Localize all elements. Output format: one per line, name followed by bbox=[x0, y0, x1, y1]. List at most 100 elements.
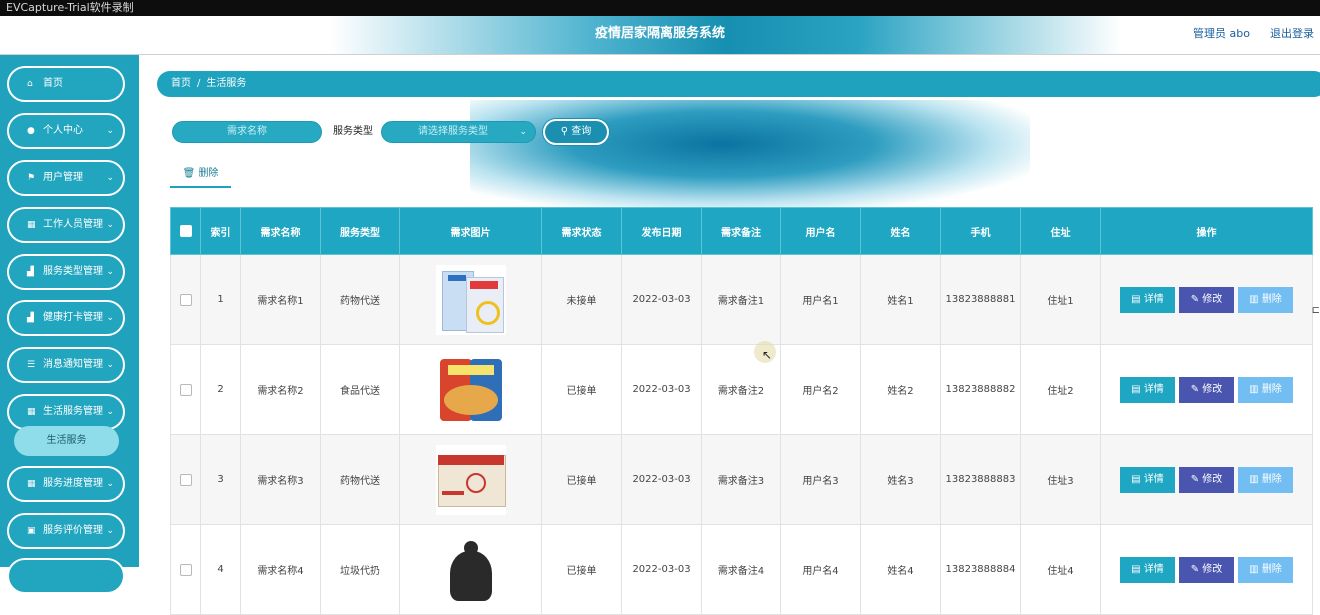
col-name: 需求名称 bbox=[240, 207, 321, 255]
cell-username: 用户名2 bbox=[780, 344, 861, 435]
breadcrumb-home[interactable]: 首页 bbox=[171, 78, 191, 89]
cell-type: 药物代送 bbox=[320, 254, 400, 345]
lock-icon: ▣ bbox=[27, 526, 36, 536]
col-status: 需求状态 bbox=[541, 207, 622, 255]
row-checkbox[interactable] bbox=[179, 473, 192, 486]
grid-icon: ▦ bbox=[27, 220, 36, 230]
delete-button[interactable]: ▥ 删除 bbox=[1238, 376, 1293, 403]
sidebar-item-life-service[interactable]: ▦ 生活服务管理 ⌄ bbox=[7, 394, 125, 430]
cell-index: 4 bbox=[200, 524, 241, 615]
detail-icon: ▤ bbox=[1131, 563, 1144, 575]
delete-button[interactable]: ▥ 删除 bbox=[1238, 556, 1293, 583]
snack-bag-image bbox=[435, 354, 506, 425]
pencil-icon: ✎ bbox=[1190, 473, 1203, 485]
detail-icon: ▤ bbox=[1131, 293, 1144, 305]
grid-icon: ▦ bbox=[27, 407, 36, 417]
col-actions: 操作 bbox=[1100, 207, 1313, 255]
trash-icon: ▥ bbox=[1249, 563, 1262, 575]
cell-status: 已接单 bbox=[541, 524, 622, 615]
col-type: 服务类型 bbox=[320, 207, 400, 255]
edge-glyph: ⊏ bbox=[1311, 305, 1320, 316]
pencil-icon: ✎ bbox=[1190, 293, 1203, 305]
service-type-select[interactable]: 请选择服务类型 ⌄ bbox=[381, 121, 536, 143]
cell-name: 需求名称1 bbox=[240, 254, 321, 345]
logout-link[interactable]: 退出登录 bbox=[1270, 16, 1314, 52]
cell-address: 住址4 bbox=[1020, 524, 1101, 615]
sidebar-item-profile[interactable]: ● 个人中心 ⌄ bbox=[7, 113, 125, 149]
sidebar-item-evaluation[interactable]: ▣ 服务评价管理 ⌄ bbox=[7, 513, 125, 549]
edit-button[interactable]: ✎ 修改 bbox=[1179, 466, 1234, 493]
col-phone: 手机 bbox=[940, 207, 1021, 255]
cell-type: 药物代送 bbox=[320, 434, 400, 525]
detail-button[interactable]: ▤ 详情 bbox=[1120, 376, 1175, 403]
sidebar-subitem-life-service[interactable]: 生活服务 bbox=[14, 426, 119, 456]
cell-actions: ▤ 详情 ✎ 修改 ▥ 删除 bbox=[1100, 344, 1313, 435]
detail-button[interactable]: ▤ 详情 bbox=[1120, 556, 1175, 583]
cell-phone: 13823888883 bbox=[940, 434, 1021, 525]
sidebar-item-staff[interactable]: ▦ 工作人员管理 ⌄ bbox=[7, 207, 125, 243]
sidebar-item-more[interactable] bbox=[7, 558, 125, 594]
cell-name: 需求名称2 bbox=[240, 344, 321, 435]
select-all-checkbox[interactable] bbox=[179, 225, 192, 237]
col-username: 用户名 bbox=[780, 207, 861, 255]
delete-button[interactable]: ▥ 删除 bbox=[1238, 286, 1293, 313]
chevron-down-icon: ⌄ bbox=[106, 360, 114, 370]
sidebar-item-health-checkin[interactable]: ▟ 健康打卡管理 ⌄ bbox=[7, 300, 125, 336]
detail-icon: ▤ bbox=[1131, 383, 1144, 395]
batch-delete-button[interactable]: 🗑 删除 bbox=[170, 163, 231, 188]
query-button[interactable]: ⚲ 查询 bbox=[543, 119, 609, 145]
app-header: 疫情居家隔离服务系统 管理员 abo 退出登录 bbox=[0, 16, 1320, 55]
cell-note: 需求备注1 bbox=[701, 254, 781, 345]
mouse-cursor-icon: ↖ bbox=[762, 348, 773, 362]
cell-date: 2022-03-03 bbox=[621, 344, 702, 435]
col-image: 需求图片 bbox=[399, 207, 542, 255]
edit-button[interactable]: ✎ 修改 bbox=[1179, 556, 1234, 583]
trash-icon: ▥ bbox=[1249, 383, 1262, 395]
detail-button[interactable]: ▤ 详情 bbox=[1120, 466, 1175, 493]
delete-button[interactable]: ▥ 删除 bbox=[1238, 466, 1293, 493]
col-address: 住址 bbox=[1020, 207, 1101, 255]
cell-actions: ▤ 详情 ✎ 修改 ▥ 删除 bbox=[1100, 434, 1313, 525]
row-checkbox[interactable] bbox=[179, 563, 192, 576]
pencil-icon: ✎ bbox=[1190, 563, 1203, 575]
user-icon: ● bbox=[27, 126, 35, 136]
cell-username: 用户名1 bbox=[780, 254, 861, 345]
pencil-icon: ✎ bbox=[1190, 383, 1203, 395]
cell-note: 需求备注4 bbox=[701, 524, 781, 615]
cell-note: 需求备注3 bbox=[701, 434, 781, 525]
table-row: 3 需求名称3 药物代送 已接单 2022-03-03 需求备注3 用户名3 姓… bbox=[170, 434, 1313, 525]
detail-button[interactable]: ▤ 详情 bbox=[1120, 286, 1175, 313]
cell-phone: 13823888881 bbox=[940, 254, 1021, 345]
row-checkbox[interactable] bbox=[179, 293, 192, 306]
sidebar-item-home[interactable]: ⌂ 首页 bbox=[7, 66, 125, 102]
search-name-input[interactable]: 需求名称 bbox=[172, 121, 322, 143]
select-all-cell[interactable] bbox=[170, 207, 201, 255]
row-checkbox[interactable] bbox=[179, 383, 192, 396]
sidebar-item-notices[interactable]: ☰ 消息通知管理 ⌄ bbox=[7, 347, 125, 383]
decorative-glow bbox=[470, 100, 1030, 210]
sidebar-item-service-type[interactable]: ▟ 服务类型管理 ⌄ bbox=[7, 254, 125, 290]
grid-icon: ▦ bbox=[27, 479, 36, 489]
chevron-down-icon: ⌄ bbox=[106, 313, 114, 323]
sidebar-item-progress[interactable]: ▦ 服务进度管理 ⌄ bbox=[7, 466, 125, 502]
cell-status: 已接单 bbox=[541, 344, 622, 435]
edit-button[interactable]: ✎ 修改 bbox=[1179, 286, 1234, 313]
breadcrumb-separator: / bbox=[197, 78, 201, 89]
cell-username: 用户名4 bbox=[780, 524, 861, 615]
cell-status: 已接单 bbox=[541, 434, 622, 525]
detail-icon: ▤ bbox=[1131, 473, 1144, 485]
table-row: 1 需求名称1 药物代送 未接单 2022-03-03 需求备注1 用户名1 姓… bbox=[170, 254, 1313, 345]
sidebar-item-users[interactable]: ⚑ 用户管理 ⌄ bbox=[7, 160, 125, 196]
cell-phone: 13823888884 bbox=[940, 524, 1021, 615]
chart-icon: ▟ bbox=[27, 267, 34, 277]
cell-type: 食品代送 bbox=[320, 344, 400, 435]
cell-realname: 姓名3 bbox=[860, 434, 941, 525]
cell-actions: ▤ 详情 ✎ 修改 ▥ 删除 bbox=[1100, 254, 1313, 345]
trash-icon: 🗑 bbox=[182, 168, 199, 179]
edit-button[interactable]: ✎ 修改 bbox=[1179, 376, 1234, 403]
cell-address: 住址1 bbox=[1020, 254, 1101, 345]
chevron-down-icon: ⌄ bbox=[106, 126, 114, 136]
trash-icon: ▥ bbox=[1249, 293, 1262, 305]
chevron-down-icon: ⌄ bbox=[106, 526, 114, 536]
search-icon: ⚲ bbox=[560, 126, 572, 137]
